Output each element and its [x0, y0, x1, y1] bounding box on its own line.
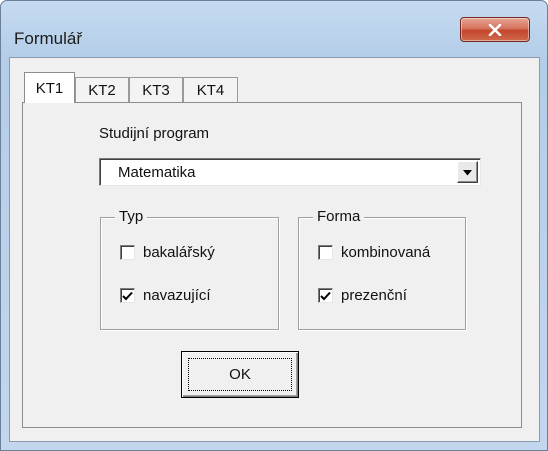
title-bar[interactable]: Formulář	[1, 1, 547, 57]
program-select-dropdown-button[interactable]	[457, 161, 478, 183]
checkmark-icon	[320, 291, 331, 300]
checkbox-navazujici[interactable]: navazující	[120, 287, 211, 304]
tab-kt1[interactable]: KT1	[24, 72, 75, 103]
window-title: Formulář	[14, 29, 83, 48]
checkbox-label: navazující	[143, 287, 211, 304]
ok-button[interactable]: OK	[181, 351, 299, 398]
tab-kt4[interactable]: KT4	[183, 77, 238, 102]
dialog-window: Formulář KT1 KT2 KT3 KT4 Studijní progra…	[0, 0, 548, 451]
program-label: Studijní program	[99, 125, 210, 142]
checkbox-label: bakalářský	[143, 244, 215, 261]
typ-group-title: Typ	[115, 208, 148, 226]
checkbox-label: prezenční	[341, 287, 407, 304]
typ-groupbox: Typ bakalářský navazující	[100, 208, 279, 330]
tab-kt2[interactable]: KT2	[75, 77, 129, 102]
program-select[interactable]: Matematika	[99, 158, 481, 186]
checkbox-bakalarsky[interactable]: bakalářský	[120, 244, 215, 261]
close-button[interactable]	[460, 17, 530, 42]
close-icon	[488, 23, 502, 36]
checkbox-box[interactable]	[120, 245, 135, 260]
forma-group-title: Forma	[313, 208, 365, 226]
checkbox-label: kombinovaná	[341, 244, 431, 261]
checkbox-prezencni[interactable]: prezenční	[318, 287, 407, 304]
ok-button-label: OK	[188, 358, 292, 391]
forma-groupbox: Forma kombinovaná prezenční	[298, 208, 466, 330]
tab-kt3[interactable]: KT3	[129, 77, 183, 102]
program-select-value: Matematika	[118, 164, 196, 181]
checkbox-box[interactable]	[318, 245, 333, 260]
chevron-down-icon	[463, 163, 472, 181]
checkbox-kombinovana[interactable]: kombinovaná	[318, 244, 430, 261]
checkbox-box[interactable]	[318, 288, 333, 303]
tab-page-kt1: Studijní program Matematika Typ bakalářs…	[22, 102, 522, 428]
checkmark-icon	[122, 291, 133, 300]
checkbox-box[interactable]	[120, 288, 135, 303]
dialog-client-area: KT1 KT2 KT3 KT4 Studijní program Matemat…	[9, 57, 540, 442]
